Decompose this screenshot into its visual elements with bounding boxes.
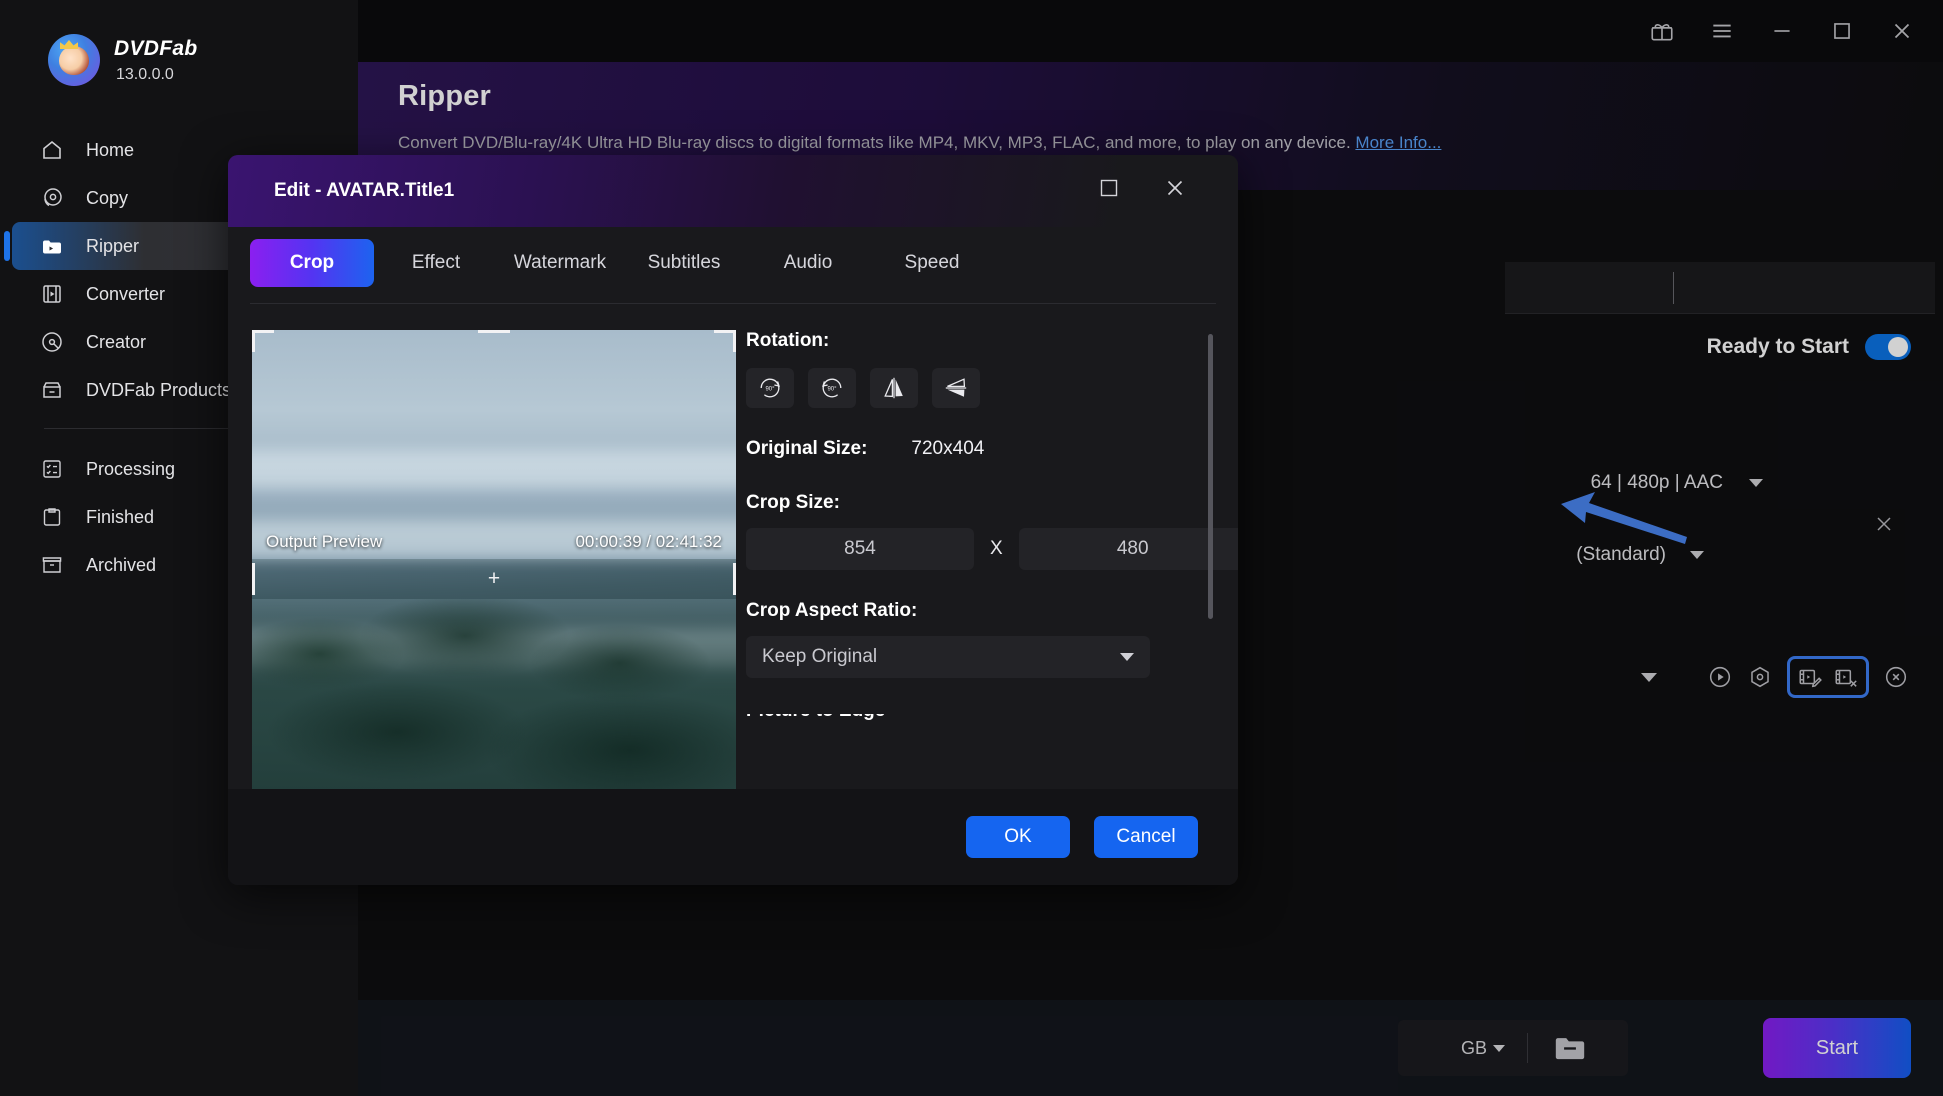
close-icon[interactable] xyxy=(1162,175,1188,201)
crop-size-separator: X xyxy=(990,538,1003,559)
sidebar-item-label: DVDFab Products xyxy=(86,379,232,400)
box-icon xyxy=(40,378,64,402)
crop-handle-top-left[interactable] xyxy=(252,330,274,333)
flip-vertical-icon[interactable] xyxy=(932,368,980,408)
svg-text:90°: 90° xyxy=(765,387,775,393)
app-window: DVDFab 13.0.0.0 Home Copy Ripper Convert… xyxy=(0,0,1943,1096)
original-size-value: 720x404 xyxy=(911,438,985,459)
settings-scrollbar[interactable] xyxy=(1207,334,1213,619)
dialog-title: Edit - AVATAR.Title1 xyxy=(274,180,455,201)
sidebar-item-label: Converter xyxy=(86,283,166,304)
edit-dialog: Edit - AVATAR.Title1 Crop Effect Waterma… xyxy=(228,155,1238,885)
picture-to-edge-label-clipped: Picture to Edge xyxy=(746,714,1238,734)
sidebar-item-label: Copy xyxy=(86,187,129,208)
flip-horizontal-icon[interactable] xyxy=(870,368,918,408)
cancel-button[interactable]: Cancel xyxy=(1094,816,1198,858)
crop-settings: Rotation: 90° 90° Original Size: 720x404… xyxy=(736,330,1238,824)
crop-height-input[interactable] xyxy=(1018,528,1238,570)
tab-subtitles[interactable]: Subtitles xyxy=(622,239,746,287)
tab-watermark[interactable]: Watermark xyxy=(498,239,622,287)
sidebar-item-label: Finished xyxy=(86,506,155,527)
crop-center-marker: + xyxy=(487,567,501,590)
crop-aspect-ratio-label: Crop Aspect Ratio: xyxy=(746,600,918,621)
crop-handle-mid-left[interactable] xyxy=(252,563,255,595)
rotate-right-90-icon[interactable]: 90° xyxy=(746,368,794,408)
app-version: 13.0.0.0 xyxy=(116,65,174,83)
sidebar-item-label: Creator xyxy=(86,331,147,352)
original-size-row: Original Size: 720x404 xyxy=(746,438,1238,460)
picture-to-edge-text: Picture to Edge xyxy=(746,714,1238,722)
crop-handle-top-left[interactable] xyxy=(252,330,255,352)
dialog-actions: OK Cancel xyxy=(228,789,1238,885)
sidebar-item-label: Home xyxy=(86,139,135,160)
finished-clipboard-icon xyxy=(40,505,64,529)
crop-aspect-ratio-select[interactable]: Keep Original xyxy=(746,636,1150,678)
output-preview[interactable]: + Output Preview 00:00:39 / 02:41:32 xyxy=(252,330,736,828)
svg-text:90°: 90° xyxy=(827,387,837,393)
film-strip-icon xyxy=(40,282,64,306)
preview-overlay-bar: Output Preview 00:00:39 / 02:41:32 xyxy=(252,524,736,560)
sidebar-item-label: Archived xyxy=(86,554,157,575)
tab-effect[interactable]: Effect xyxy=(374,239,498,287)
brand: DVDFab 13.0.0.0 xyxy=(0,0,358,86)
preview-label: Output Preview xyxy=(266,532,383,551)
archive-box-icon xyxy=(40,553,64,577)
brand-name: DVDFab xyxy=(114,36,198,60)
rotation-buttons: 90° 90° xyxy=(746,368,1238,408)
crop-frame: + xyxy=(252,330,736,828)
dvdfab-logo-icon xyxy=(48,34,100,86)
ripper-icon xyxy=(40,234,64,258)
sidebar-item-label: Ripper xyxy=(86,235,140,256)
dialog-tabs: Crop Effect Watermark Subtitles Audio Sp… xyxy=(228,227,1238,287)
dialog-body: + Output Preview 00:00:39 / 02:41:32 Rot… xyxy=(228,304,1238,828)
sidebar-item-label: Processing xyxy=(86,458,176,479)
crop-aspect-ratio-value: Keep Original xyxy=(762,646,878,667)
crop-size-inputs: X xyxy=(746,528,1238,570)
home-icon xyxy=(40,138,64,162)
crop-handle-top-center[interactable] xyxy=(478,330,510,333)
tab-speed[interactable]: Speed xyxy=(870,239,994,287)
crop-size-label: Crop Size: xyxy=(746,492,840,513)
disc-creator-icon xyxy=(40,330,64,354)
preview-timecode: 00:00:39 / 02:41:32 xyxy=(575,532,722,551)
crop-width-input[interactable] xyxy=(746,528,974,570)
original-size-label: Original Size: xyxy=(746,438,868,459)
chevron-down-icon xyxy=(1120,653,1134,661)
processing-list-icon xyxy=(40,457,64,481)
dialog-header: Edit - AVATAR.Title1 xyxy=(228,155,1238,227)
ok-button[interactable]: OK xyxy=(966,816,1070,858)
maximize-icon[interactable] xyxy=(1098,177,1120,199)
tab-audio[interactable]: Audio xyxy=(746,239,870,287)
disc-copy-icon xyxy=(40,186,64,210)
tab-crop[interactable]: Crop xyxy=(250,239,374,287)
rotation-label: Rotation: xyxy=(746,330,830,351)
rotate-left-90-icon[interactable]: 90° xyxy=(808,368,856,408)
